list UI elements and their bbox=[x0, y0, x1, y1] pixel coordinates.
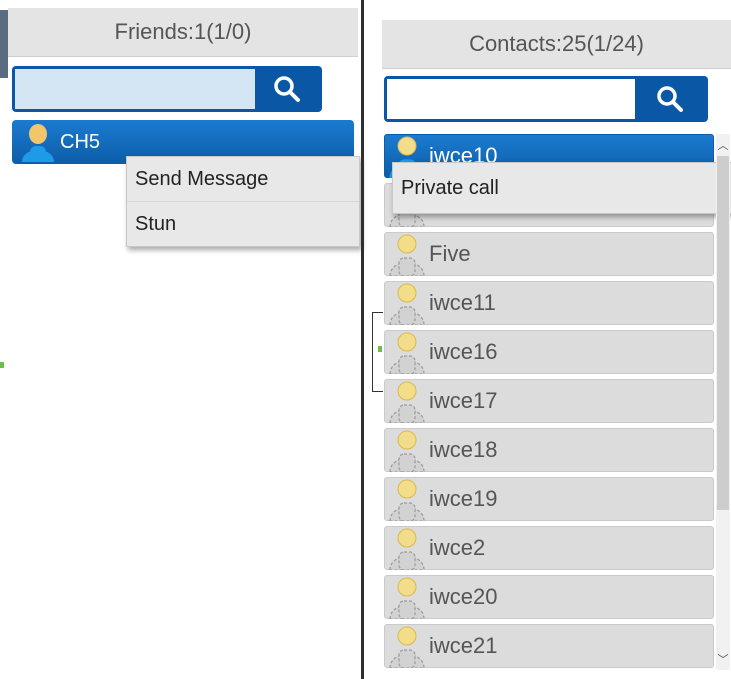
friends-search-bar bbox=[12, 66, 322, 112]
user-icon bbox=[389, 381, 425, 423]
contact-item[interactable]: iwce21 bbox=[384, 624, 714, 668]
status-indicator bbox=[378, 346, 382, 352]
scroll-thumb[interactable] bbox=[717, 156, 729, 510]
contact-name: iwce21 bbox=[429, 633, 498, 658]
contact-name: iwce2 bbox=[429, 535, 486, 560]
contact-name: iwce16 bbox=[429, 339, 498, 364]
contact-name: Five bbox=[429, 241, 471, 266]
contact-name: iwce18 bbox=[429, 437, 498, 462]
friends-search-button[interactable] bbox=[255, 69, 319, 109]
connector-bracket bbox=[372, 312, 383, 392]
menu-item-private-call[interactable]: Private call bbox=[393, 163, 731, 213]
contact-item[interactable]: iwce18 bbox=[384, 428, 714, 472]
menu-item-send-message[interactable]: Send Message bbox=[127, 157, 359, 202]
contact-context-menu: Private call bbox=[392, 162, 731, 214]
scroll-down-icon[interactable]: ﹀ bbox=[716, 650, 730, 668]
friends-panel: Friends:1(1/0) CH5 Send Message Stun bbox=[0, 0, 362, 679]
friends-header: Friends:1(1/0) bbox=[8, 8, 358, 57]
contact-item[interactable]: iwce19 bbox=[384, 477, 714, 521]
contact-item[interactable]: iwce2 bbox=[384, 526, 714, 570]
contact-item[interactable]: iwce16 bbox=[384, 330, 714, 374]
search-icon bbox=[274, 76, 300, 102]
friends-search-input[interactable] bbox=[15, 69, 255, 109]
contacts-list: iwce10 Five iwce11 iwce16 iwce17 iwce18 … bbox=[384, 134, 714, 673]
contact-name: iwce19 bbox=[429, 486, 498, 511]
search-icon bbox=[657, 86, 683, 112]
window-edge bbox=[0, 10, 8, 78]
user-icon bbox=[389, 479, 425, 521]
user-icon bbox=[389, 234, 425, 276]
user-icon bbox=[389, 626, 425, 668]
contacts-search-bar bbox=[384, 76, 708, 122]
user-icon bbox=[389, 332, 425, 374]
user-icon bbox=[389, 283, 425, 325]
contacts-scrollbar[interactable]: ︿ ﹀ bbox=[716, 134, 730, 670]
contact-name: iwce11 bbox=[429, 290, 496, 315]
friend-context-menu: Send Message Stun bbox=[126, 156, 360, 247]
user-icon bbox=[22, 124, 54, 162]
friend-name: CH5 bbox=[60, 130, 101, 153]
scroll-up-icon[interactable]: ︿ bbox=[716, 136, 730, 154]
contact-item[interactable]: iwce11 bbox=[384, 281, 714, 325]
contact-item[interactable]: iwce20 bbox=[384, 575, 714, 619]
contact-name: iwce17 bbox=[429, 388, 498, 413]
contacts-search-button[interactable] bbox=[635, 79, 705, 119]
pane-divider[interactable] bbox=[361, 0, 364, 679]
user-icon bbox=[389, 528, 425, 570]
contact-name: iwce20 bbox=[429, 584, 498, 609]
contact-item[interactable]: Five bbox=[384, 232, 714, 276]
status-indicator bbox=[0, 362, 4, 368]
user-icon bbox=[389, 577, 425, 619]
contacts-header: Contacts:25(1/24) bbox=[382, 20, 731, 69]
contacts-search-input[interactable] bbox=[387, 79, 635, 119]
user-icon bbox=[389, 430, 425, 472]
menu-item-stun[interactable]: Stun bbox=[127, 202, 359, 246]
contact-item[interactable]: iwce17 bbox=[384, 379, 714, 423]
